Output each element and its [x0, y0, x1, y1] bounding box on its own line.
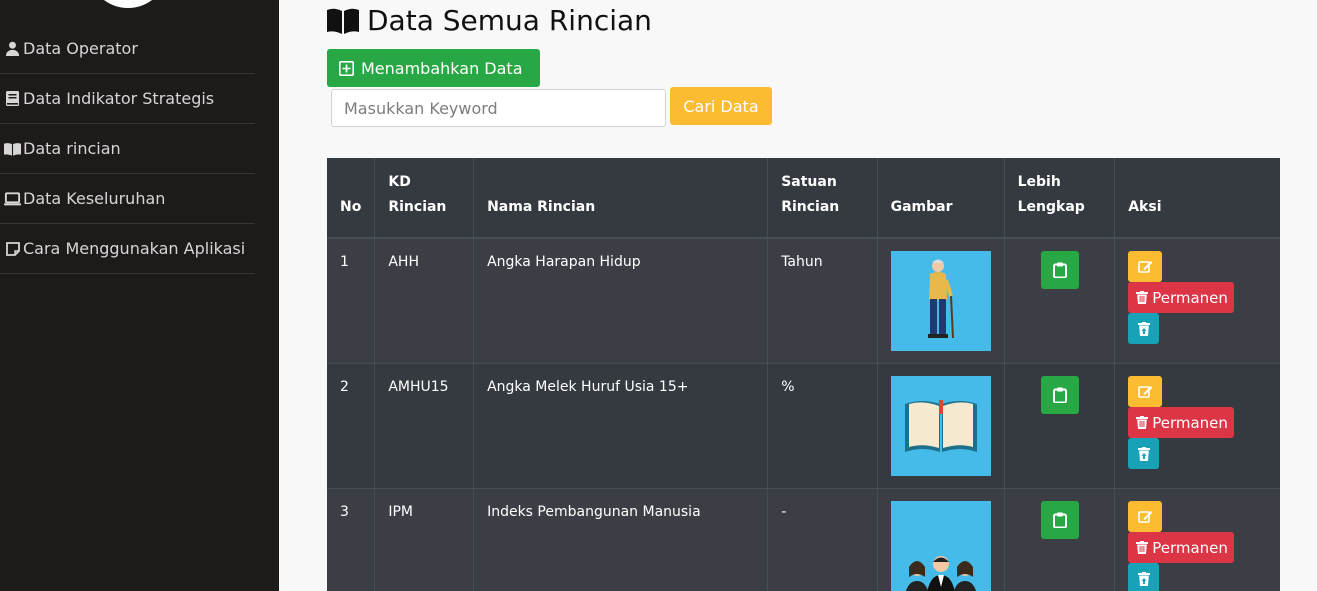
- trash-icon: [1136, 291, 1149, 304]
- trash-button[interactable]: [1128, 563, 1160, 591]
- trash-icon: [1136, 541, 1149, 554]
- search-input[interactable]: [331, 89, 666, 127]
- people-group-illustration: [890, 501, 991, 591]
- delete-permanent-button[interactable]: Permanen: [1128, 407, 1235, 438]
- edit-button[interactable]: [1128, 501, 1163, 532]
- cell-gambar: [877, 363, 1005, 489]
- trash-icon: [1136, 416, 1149, 429]
- cell-gambar: [877, 488, 1005, 591]
- table-header-row: No KD Rincian Nama Rincian Satuan Rincian …: [327, 158, 1280, 239]
- delete-permanent-label: Permanen: [1152, 538, 1228, 557]
- cell-satuan: Tahun: [767, 237, 878, 364]
- cell-no: 2: [327, 363, 376, 489]
- laptop-icon: [4, 191, 21, 207]
- cell-lebih-lengkap: [1004, 363, 1116, 489]
- delete-permanent-button[interactable]: Permanen: [1128, 282, 1235, 313]
- cell-nama: Angka Melek Huruf Usia 15+: [473, 363, 769, 489]
- edit-button[interactable]: [1128, 376, 1163, 407]
- cell-lebih-lengkap: [1004, 488, 1116, 591]
- sticky-note-icon: [4, 241, 21, 257]
- open-book-icon: [327, 8, 359, 34]
- elderly-man-illustration: [890, 251, 991, 351]
- sidebar-item-label: Data Indikator Strategis: [23, 89, 215, 108]
- avatar: [88, 0, 168, 8]
- header-nama-rincian: Nama Rincian: [473, 158, 769, 239]
- header-aksi: Aksi: [1114, 158, 1280, 239]
- cell-lebih-lengkap: [1004, 237, 1116, 364]
- sidebar-item-label: Data rincian: [23, 139, 121, 158]
- add-data-label: Menambahkan Data: [361, 58, 523, 78]
- cell-no: 1: [327, 237, 376, 364]
- sidebar: Data Operator Data Indikator Strategis D…: [0, 0, 279, 591]
- detail-button[interactable]: [1040, 376, 1079, 414]
- cell-kd: AMHU15: [374, 363, 475, 489]
- book-icon: [4, 91, 21, 107]
- data-table: No KD Rincian Nama Rincian Satuan Rincian …: [327, 158, 1280, 591]
- edit-button[interactable]: [1128, 251, 1163, 282]
- header-satuan-rincian: Satuan Rincian: [767, 158, 878, 239]
- sidebar-item-label: Data Keseluruhan: [23, 189, 166, 208]
- sidebar-item-label: Cara Menggunakan Aplikasi: [23, 239, 246, 258]
- clipboard-icon: [1052, 387, 1067, 403]
- sidebar-nav: Data Operator Data Indikator Strategis D…: [0, 24, 255, 274]
- delete-permanent-label: Permanen: [1152, 288, 1228, 307]
- page-title: Data Semua Rincian: [327, 4, 652, 37]
- add-data-button[interactable]: Menambahkan Data: [327, 49, 540, 87]
- trash-restore-icon: [1137, 321, 1150, 336]
- search-button-label: Cari Data: [683, 96, 759, 116]
- delete-permanent-button[interactable]: Permanen: [1128, 532, 1235, 563]
- table-row: 3 IPM Indeks Pembangunan Manusia - Perma…: [327, 488, 1280, 591]
- cell-gambar: [877, 237, 1005, 364]
- sidebar-item-cara-menggunakan-aplikasi[interactable]: Cara Menggunakan Aplikasi: [0, 224, 255, 274]
- edit-icon: [1137, 261, 1153, 273]
- table-row: 2 AMHU15 Angka Melek Huruf Usia 15+ % Pe…: [327, 363, 1280, 489]
- open-book-icon: [4, 141, 21, 157]
- search-button[interactable]: Cari Data: [670, 87, 772, 125]
- trash-button[interactable]: [1128, 313, 1160, 344]
- clipboard-icon: [1052, 512, 1067, 528]
- cell-satuan: -: [767, 488, 878, 591]
- sidebar-item-label: Data Operator: [23, 39, 138, 58]
- cell-kd: AHH: [374, 237, 475, 364]
- sidebar-item-data-rincian[interactable]: Data rincian: [0, 124, 255, 174]
- user-icon: [4, 41, 21, 57]
- header-gambar: Gambar: [877, 158, 1005, 239]
- cell-aksi: Permanen: [1114, 488, 1280, 591]
- trash-restore-icon: [1137, 446, 1150, 461]
- header-lebih-lengkap: Lebih Lengkap: [1004, 158, 1116, 239]
- trash-restore-icon: [1137, 571, 1150, 586]
- sidebar-item-data-indikator-strategis[interactable]: Data Indikator Strategis: [0, 74, 255, 124]
- delete-permanent-label: Permanen: [1152, 413, 1228, 432]
- open-book-illustration: [890, 376, 991, 476]
- plus-square-icon: [339, 60, 354, 76]
- detail-button[interactable]: [1040, 501, 1079, 539]
- edit-icon: [1137, 386, 1153, 398]
- edit-icon: [1137, 511, 1153, 523]
- table-row: 1 AHH Angka Harapan Hidup Tahun Permanen: [327, 237, 1280, 364]
- detail-button[interactable]: [1040, 251, 1079, 289]
- cell-aksi: Permanen: [1114, 363, 1280, 489]
- sidebar-item-data-operator[interactable]: Data Operator: [0, 24, 255, 74]
- sidebar-item-data-keseluruhan[interactable]: Data Keseluruhan: [0, 174, 255, 224]
- cell-satuan: %: [767, 363, 878, 489]
- cell-aksi: Permanen: [1114, 237, 1280, 364]
- trash-button[interactable]: [1128, 438, 1160, 469]
- cell-nama: Indeks Pembangunan Manusia: [473, 488, 769, 591]
- page-title-text: Data Semua Rincian: [367, 4, 652, 37]
- header-no: No: [327, 158, 376, 239]
- header-kd-rincian: KD Rincian: [374, 158, 475, 239]
- cell-kd: IPM: [374, 488, 475, 591]
- cell-no: 3: [327, 488, 376, 591]
- cell-nama: Angka Harapan Hidup: [473, 237, 769, 364]
- clipboard-icon: [1052, 262, 1067, 278]
